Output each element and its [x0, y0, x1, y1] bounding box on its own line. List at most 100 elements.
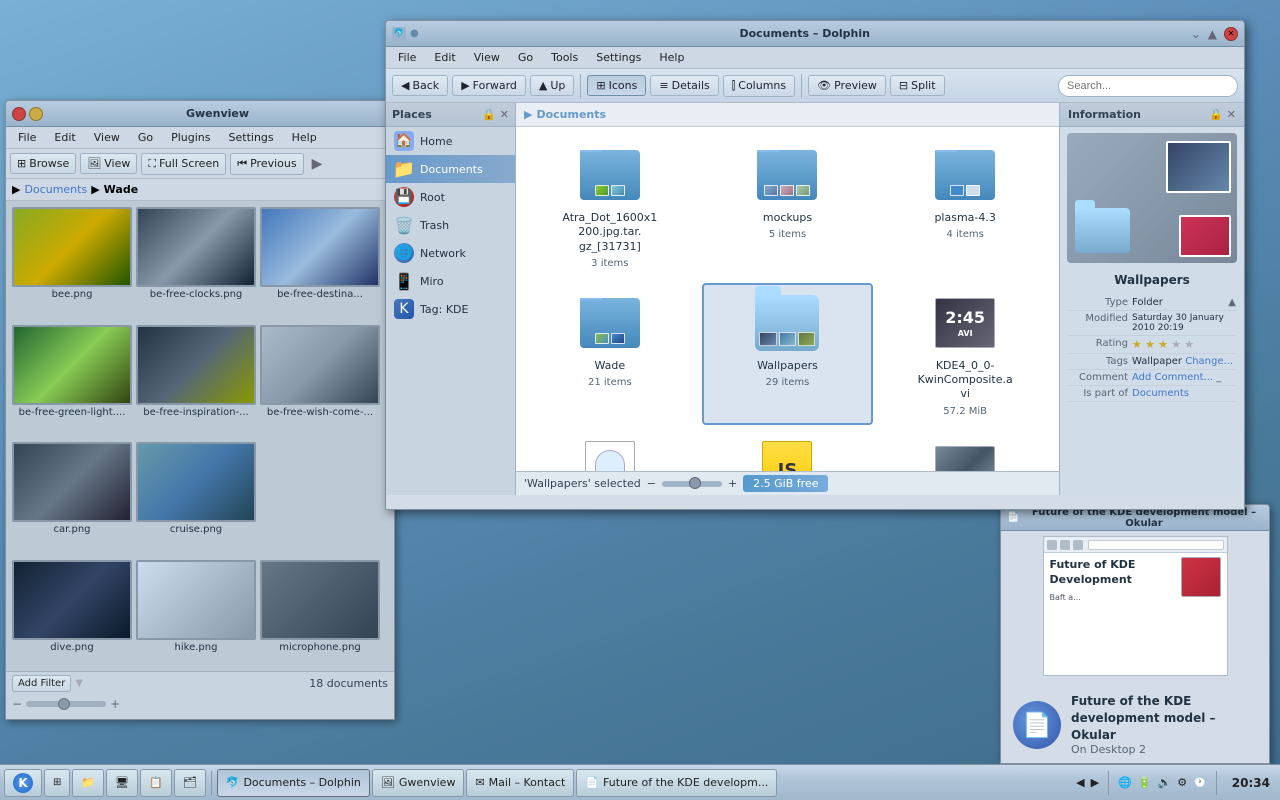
gwenview-taskbar-icon: 🖼 — [381, 776, 395, 789]
icons-button[interactable]: ⊞ Icons — [587, 75, 646, 96]
file-wade[interactable]: Wade 21 items — [524, 283, 696, 425]
places-documents[interactable]: 📁 Documents — [386, 155, 515, 183]
breadcrumb-documents[interactable]: Documents — [24, 183, 87, 196]
minimize-button[interactable] — [29, 107, 43, 121]
thumb-hike[interactable]: hike.png — [136, 560, 256, 674]
taskbar-kontact[interactable]: ✉ Mail – Kontact — [466, 769, 574, 797]
menu-settings[interactable]: Settings — [221, 129, 282, 146]
forward-button[interactable]: ▶ Forward — [452, 75, 526, 96]
places-home[interactable]: 🏠 Home — [386, 127, 515, 155]
free-space-badge: 2.5 GiB free — [743, 475, 828, 492]
thumb-clocks[interactable]: be-free-clocks.png — [136, 207, 256, 321]
add-filter-button[interactable]: Add Filter — [12, 675, 71, 692]
browse-button[interactable]: ⊞ Browse — [10, 153, 76, 174]
file-wallpapers[interactable]: Wallpapers 29 items — [702, 283, 874, 425]
network-tray-icon[interactable]: 🌐 — [1118, 776, 1132, 789]
add-comment-link[interactable]: Add Comment... — [1132, 372, 1213, 383]
mini-photo-m3 — [796, 185, 810, 196]
places-close-icon[interactable]: ✕ — [500, 108, 509, 121]
file-mockups[interactable]: mockups 5 items — [702, 135, 874, 277]
thumb-cruise[interactable]: cruise.png — [136, 442, 256, 556]
zoom-in-icon[interactable]: + — [110, 697, 120, 711]
places-miro[interactable]: 📱 Miro — [386, 267, 515, 295]
menu-go[interactable]: Go — [510, 49, 541, 66]
file-atra[interactable]: Atra_Dot_1600x1200.jpg.tar.gz_[31731] 3 … — [524, 135, 696, 277]
menu-plugins[interactable]: Plugins — [163, 129, 218, 146]
menu-settings[interactable]: Settings — [588, 49, 649, 66]
back-button[interactable]: ◀ Back — [392, 75, 448, 96]
partof-link[interactable]: Documents — [1132, 388, 1189, 399]
app-button-1[interactable]: 🖥 — [106, 769, 138, 797]
places-lock-icon[interactable]: 🔒 — [482, 108, 496, 121]
menu-tools[interactable]: Tools — [543, 49, 586, 66]
details-button[interactable]: ≡ Details — [650, 75, 718, 96]
thumb-inspire[interactable]: be-free-inspiration-... — [136, 325, 256, 439]
tags-change-link[interactable]: Change... — [1185, 356, 1233, 367]
zoom-out-icon[interactable]: − — [12, 697, 22, 711]
thumb-bee[interactable]: bee.png — [12, 207, 132, 321]
close-button[interactable] — [12, 107, 26, 121]
thumb-img-wish — [260, 325, 380, 405]
view-button[interactable]: 🖼 View — [80, 153, 137, 174]
dolphin-close-button[interactable]: ✕ — [1224, 27, 1238, 41]
thumb-green[interactable]: be-free-green-light.... — [12, 325, 132, 439]
thumb-destina[interactable]: be-free-destina... — [260, 207, 380, 321]
scroll-left-icon[interactable]: ◀ — [1076, 776, 1084, 789]
up-button[interactable]: ▲ Up — [530, 75, 575, 96]
taskbar-okular[interactable]: 📄 Future of the KDE developm... — [576, 769, 777, 797]
places-kde-tag[interactable]: K Tag: KDE — [386, 295, 515, 323]
preview-button[interactable]: 👁 Preview — [808, 75, 886, 96]
places-network[interactable]: 🌐 Network — [386, 239, 515, 267]
star-1[interactable]: ★ — [1132, 338, 1142, 351]
places-root[interactable]: 💾 Root — [386, 183, 515, 211]
thumb-wish[interactable]: be-free-wish-come-... — [260, 325, 380, 439]
star-5[interactable]: ★ — [1184, 338, 1194, 351]
menu-help[interactable]: Help — [651, 49, 692, 66]
path-documents[interactable]: Documents — [536, 108, 606, 121]
star-4[interactable]: ★ — [1171, 338, 1181, 351]
pager-button[interactable]: ⊞ — [44, 769, 70, 797]
search-input[interactable] — [1058, 75, 1238, 97]
mini-photo-p2 — [966, 185, 980, 196]
columns-button[interactable]: ⫿ Columns — [723, 75, 795, 97]
arrow-up-icon[interactable]: ▲ — [1208, 27, 1217, 41]
app-button-2[interactable]: 📋 — [140, 769, 172, 797]
scroll-right-icon[interactable]: ▶ — [1091, 776, 1099, 789]
menu-edit[interactable]: Edit — [46, 129, 83, 146]
thumb-micro[interactable]: microphone.png — [260, 560, 380, 674]
thumb-car[interactable]: car.png — [12, 442, 132, 556]
info-close-icon[interactable]: ✕ — [1227, 108, 1236, 121]
zoom-slider[interactable] — [662, 481, 722, 487]
app-button-3[interactable]: 🗂 — [174, 769, 206, 797]
browse-icon: ⊞ — [17, 157, 26, 170]
menu-help[interactable]: Help — [284, 129, 325, 146]
zoom-plus[interactable]: + — [728, 477, 737, 490]
info-lock-icon[interactable]: 🔒 — [1209, 108, 1223, 121]
thumb-dive[interactable]: dive.png — [12, 560, 132, 674]
kde-start-button[interactable]: K — [4, 769, 42, 797]
menu-file[interactable]: File — [390, 49, 424, 66]
expand-type-icon[interactable]: ▲ — [1228, 297, 1236, 308]
files-button[interactable]: 📁 — [72, 769, 104, 797]
star-3[interactable]: ★ — [1158, 338, 1168, 351]
menu-file[interactable]: File — [10, 129, 44, 146]
file-plasma[interactable]: plasma-4.3 4 items — [879, 135, 1051, 277]
menu-view[interactable]: View — [86, 129, 128, 146]
menu-go[interactable]: Go — [130, 129, 161, 146]
sound-tray-icon[interactable]: 🔊 — [1158, 776, 1172, 789]
star-2[interactable]: ★ — [1145, 338, 1155, 351]
previous-button[interactable]: ⏮ Previous — [230, 153, 303, 175]
dolphin-window: 🐬 ● Documents – Dolphin ⌄ ▲ ✕ File Edit … — [385, 20, 1245, 510]
settings-tray-icon[interactable]: ⚙ — [1177, 776, 1187, 789]
taskbar-dolphin[interactable]: 🐬 Documents – Dolphin — [217, 769, 370, 797]
places-trash[interactable]: 🗑️ Trash — [386, 211, 515, 239]
split-button[interactable]: ⊟ Split — [890, 75, 945, 96]
menu-view[interactable]: View — [466, 49, 508, 66]
taskbar-gwenview[interactable]: 🖼 Gwenview — [372, 769, 465, 797]
menu-edit[interactable]: Edit — [426, 49, 463, 66]
expand-icon[interactable]: ⌄ — [1191, 27, 1201, 41]
zoom-slider[interactable] — [26, 701, 106, 707]
zoom-minus[interactable]: − — [647, 477, 656, 490]
fullscreen-button[interactable]: ⛶ Full Screen — [141, 153, 226, 175]
file-avi[interactable]: 2:45 AVI KDE4_0_0-KwinComposite.avi 57.2… — [879, 283, 1051, 425]
